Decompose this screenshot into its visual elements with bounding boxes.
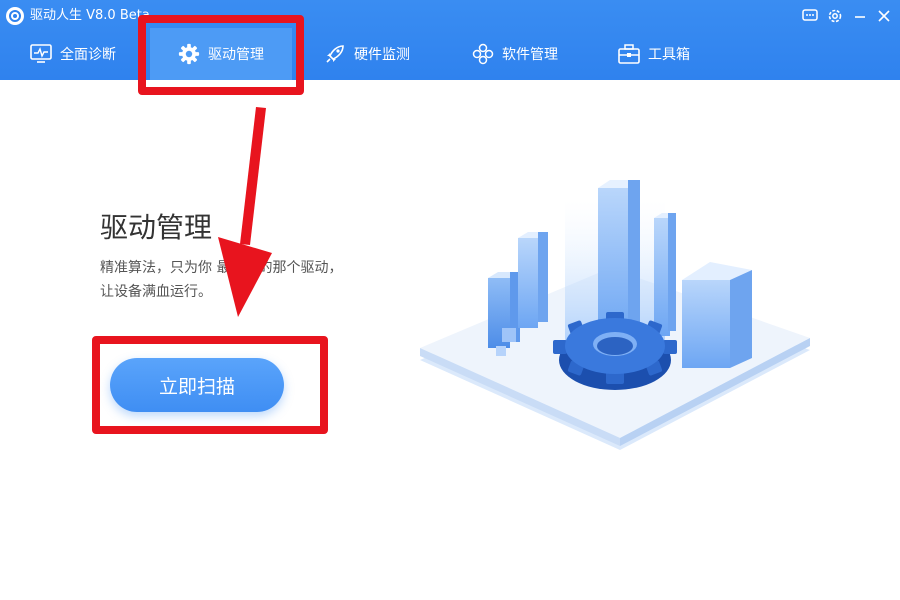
feedback-icon[interactable] — [800, 6, 820, 26]
close-icon[interactable] — [874, 6, 894, 26]
server-gear-illustration — [420, 180, 810, 450]
apps-icon — [472, 43, 494, 65]
monitor-icon — [30, 43, 52, 65]
tab-label: 工具箱 — [648, 47, 690, 63]
tab-software-management[interactable]: 软件管理 — [460, 28, 570, 80]
minimize-icon[interactable] — [850, 6, 870, 26]
button-highlight-box — [92, 336, 328, 434]
app-logo-icon — [6, 7, 24, 25]
tab-hardware-monitor[interactable]: 硬件监测 — [312, 28, 422, 80]
tab-label: 软件管理 — [502, 47, 558, 63]
tab-toolbox[interactable]: 工具箱 — [606, 28, 702, 80]
toolbox-icon — [618, 43, 640, 65]
tab-full-diagnosis[interactable]: 全面诊断 — [18, 28, 128, 80]
settings-icon[interactable] — [825, 6, 845, 26]
header-bar: 驱动人生 V8.0 Beta 全面诊断 驱动管理 硬件监测 软件管理 工具箱 — [0, 0, 900, 80]
window-title: 驱动人生 V8.0 Beta — [30, 8, 150, 23]
tab-label: 全面诊断 — [60, 47, 116, 63]
page-title: 驱动管理 — [100, 211, 213, 244]
annotation-arrow — [218, 107, 272, 317]
tab-highlight-box — [138, 15, 304, 95]
tab-label: 硬件监测 — [354, 47, 410, 63]
rocket-icon — [324, 43, 346, 65]
